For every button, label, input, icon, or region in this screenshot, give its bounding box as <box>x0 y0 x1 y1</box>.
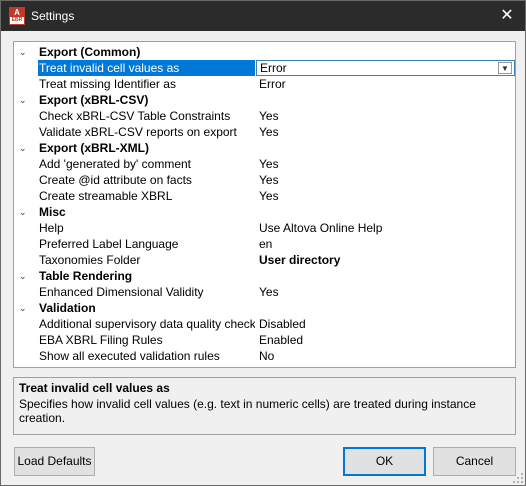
property-row[interactable]: Check xBRL-CSV Table Constraints Yes <box>14 108 515 124</box>
property-name[interactable]: Enhanced Dimensional Validity <box>38 284 255 300</box>
load-defaults-button[interactable]: Load Defaults <box>14 447 95 476</box>
property-row[interactable]: Help Use Altova Online Help <box>14 220 515 236</box>
property-value[interactable]: No <box>256 348 515 364</box>
property-value-text: Use Altova Online Help <box>259 221 383 235</box>
property-name[interactable]: Create streamable XBRL <box>38 188 255 204</box>
property-name[interactable]: Treat invalid cell values as <box>38 60 255 76</box>
property-row[interactable]: EBA XBRL Filing Rules Enabled <box>14 332 515 348</box>
category-row[interactable]: ⌄ Misc <box>14 204 515 220</box>
property-value-text: Disabled <box>259 317 306 331</box>
category-label: Misc <box>39 205 66 219</box>
property-value-text: No <box>259 349 275 363</box>
property-row[interactable]: Validate xBRL-CSV reports on export Yes <box>14 124 515 140</box>
property-grid[interactable]: ⌄ Export (Common) Treat invalid cell value… <box>13 41 516 368</box>
property-value-text: Enabled <box>259 333 304 347</box>
cancel-button[interactable]: Cancel <box>433 447 516 476</box>
settings-dialog: A EBR Settings ✕ ⌄ Export (Common) Treat i… <box>0 0 526 486</box>
property-name[interactable]: Show all executed validation rules <box>38 348 255 364</box>
property-value-text: en <box>259 237 273 251</box>
app-icon-letter: A <box>10 8 24 17</box>
property-name[interactable]: EBA XBRL Filing Rules <box>38 332 255 348</box>
property-value[interactable]: Yes <box>256 284 515 300</box>
collapse-chevron-icon[interactable]: ⌄ <box>19 268 33 284</box>
property-name[interactable]: Additional supervisory data quality chec… <box>38 316 255 332</box>
property-name[interactable]: Check xBRL-CSV Table Constraints <box>38 108 255 124</box>
property-name[interactable]: Validate xBRL-CSV reports on export <box>38 124 255 140</box>
description-panel: Treat invalid cell values as Specifies h… <box>13 377 516 435</box>
collapse-chevron-icon[interactable]: ⌄ <box>19 204 33 220</box>
property-value[interactable]: Disabled <box>256 316 515 332</box>
chevron-down-icon[interactable]: ▼ <box>498 62 512 74</box>
category-label: Validation <box>39 301 96 315</box>
property-row[interactable]: Add 'generated by' comment Yes <box>14 156 515 172</box>
property-value[interactable]: Enabled <box>256 332 515 348</box>
property-name[interactable]: Help <box>38 220 255 236</box>
collapse-chevron-icon[interactable]: ⌄ <box>19 140 33 156</box>
property-value[interactable]: Error <box>256 76 515 92</box>
property-row[interactable]: Enhanced Dimensional Validity Yes <box>14 284 515 300</box>
property-row[interactable]: Taxonomies Folder User directory <box>14 252 515 268</box>
property-row[interactable]: Treat missing Identifier as Error <box>14 76 515 92</box>
property-name[interactable]: Taxonomies Folder <box>38 252 255 268</box>
property-value[interactable]: Use Altova Online Help <box>256 220 515 236</box>
description-title: Treat invalid cell values as <box>19 381 170 395</box>
category-row[interactable]: ⌄ Validation <box>14 300 515 316</box>
category-label: Export (xBRL-XML) <box>39 141 149 155</box>
property-value[interactable]: Error ▼ <box>256 60 515 76</box>
property-value[interactable]: Yes <box>256 124 515 140</box>
app-icon-subtext: EBR <box>11 17 23 23</box>
category-label: Export (xBRL-CSV) <box>39 93 149 107</box>
collapse-chevron-icon[interactable]: ⌄ <box>19 92 33 108</box>
category-label: Table Rendering <box>39 269 133 283</box>
property-row[interactable]: Create streamable XBRL Yes <box>14 188 515 204</box>
property-row[interactable]: Additional supervisory data quality chec… <box>14 316 515 332</box>
property-row[interactable]: Treat invalid cell values as Error ▼ <box>14 60 515 76</box>
collapse-chevron-icon[interactable]: ⌄ <box>19 300 33 316</box>
property-value[interactable]: Yes <box>256 108 515 124</box>
category-row[interactable]: ⌄ Export (Common) <box>14 44 515 60</box>
category-row[interactable]: ⌄ Export (xBRL-XML) <box>14 140 515 156</box>
property-value[interactable]: Yes <box>256 188 515 204</box>
property-value-text: Error <box>259 77 286 91</box>
resize-grip[interactable] <box>513 473 523 483</box>
property-value-text: Yes <box>259 109 279 123</box>
property-name[interactable]: Preferred Label Language <box>38 236 255 252</box>
property-value[interactable]: Yes <box>256 172 515 188</box>
category-row[interactable]: ⌄ Export (xBRL-CSV) <box>14 92 515 108</box>
app-icon: A EBR <box>9 7 25 25</box>
window-title: Settings <box>31 9 75 23</box>
property-name[interactable]: Add 'generated by' comment <box>38 156 255 172</box>
collapse-chevron-icon[interactable]: ⌄ <box>19 44 33 60</box>
property-value[interactable]: en <box>256 236 515 252</box>
property-value-text: Yes <box>259 157 279 171</box>
property-row[interactable]: Create @id attribute on facts Yes <box>14 172 515 188</box>
property-row[interactable]: Preferred Label Language en <box>14 236 515 252</box>
property-value-text: User directory <box>259 253 341 267</box>
property-value[interactable]: Yes <box>256 156 515 172</box>
property-name[interactable]: Create @id attribute on facts <box>38 172 255 188</box>
property-value-text: Yes <box>259 125 279 139</box>
ok-button[interactable]: OK <box>343 447 426 476</box>
property-row[interactable]: Show all executed validation rules No <box>14 348 515 364</box>
property-name[interactable]: Treat missing Identifier as <box>38 76 255 92</box>
title-bar: A EBR Settings ✕ <box>1 1 525 31</box>
property-value-text: Yes <box>259 173 279 187</box>
property-value-text: Yes <box>259 285 279 299</box>
description-text: Specifies how invalid cell values (e.g. … <box>19 397 476 425</box>
property-value-text: Yes <box>259 189 279 203</box>
category-label: Export (Common) <box>39 45 141 59</box>
property-value[interactable]: User directory <box>256 252 515 268</box>
category-row[interactable]: ⌄ Table Rendering <box>14 268 515 284</box>
property-value-text: Error <box>260 61 287 75</box>
close-icon[interactable]: ✕ <box>495 5 519 27</box>
